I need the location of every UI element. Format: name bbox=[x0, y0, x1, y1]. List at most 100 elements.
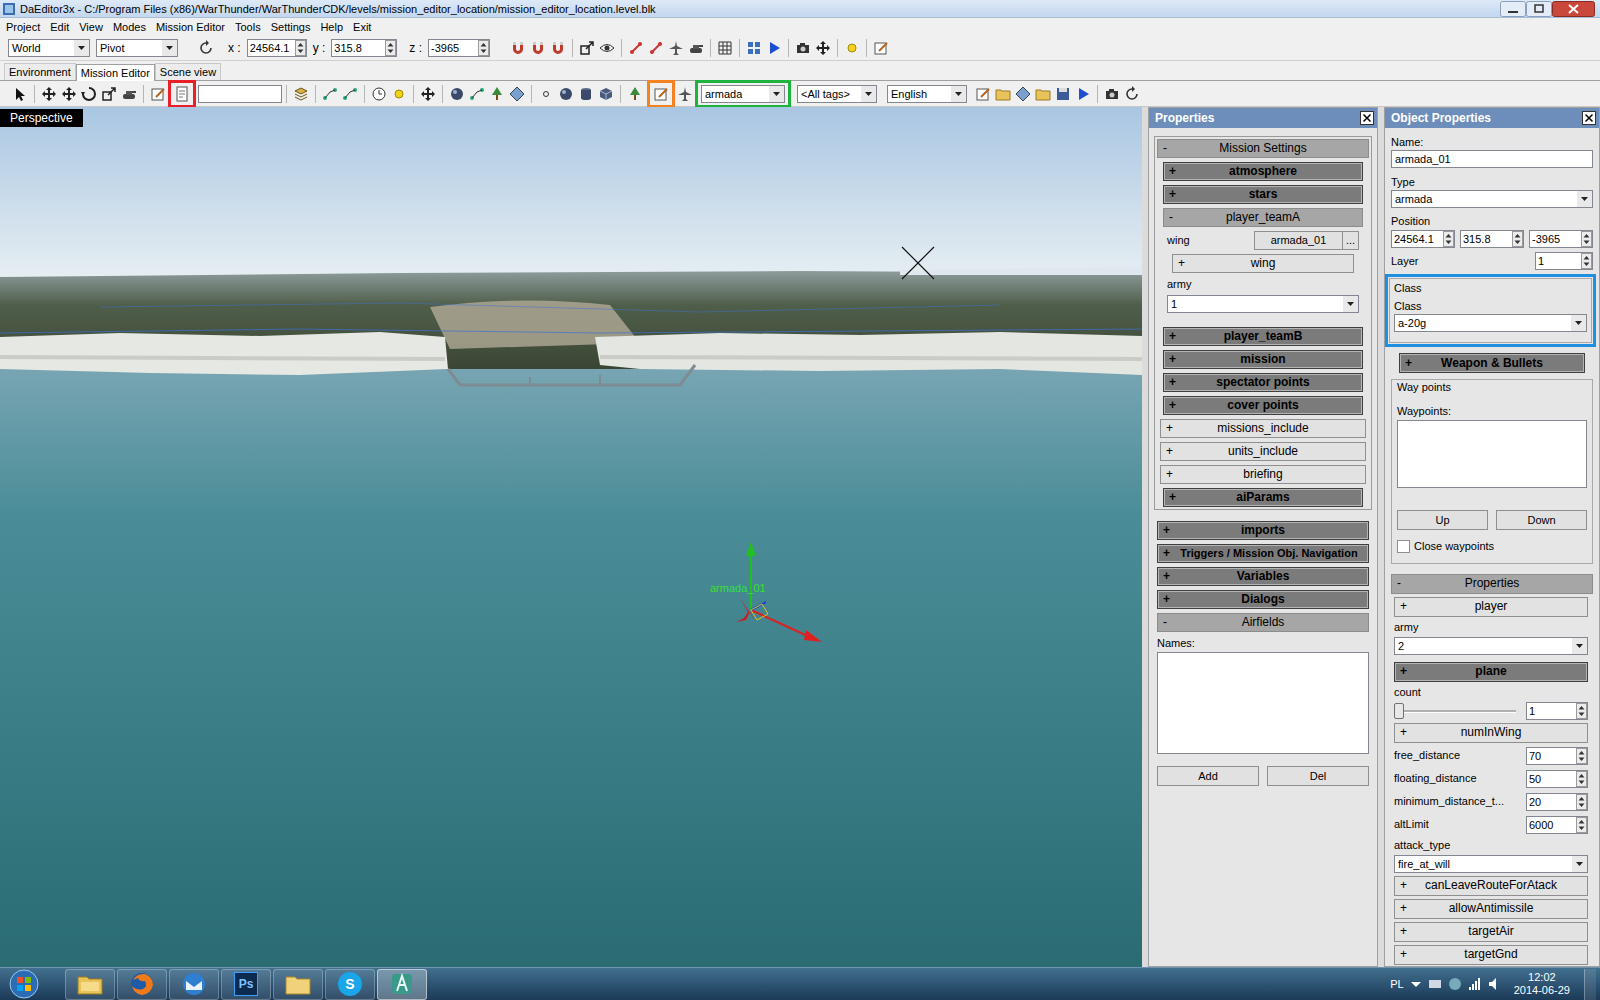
expand-toggle[interactable]: + bbox=[1164, 375, 1178, 390]
edit-icon[interactable] bbox=[973, 84, 993, 104]
input-language[interactable]: PL bbox=[1390, 976, 1403, 993]
wing-value-button[interactable]: armada_01 bbox=[1254, 231, 1343, 250]
transform-gizmo-icon[interactable] bbox=[720, 532, 840, 662]
tab[interactable]: Environment bbox=[4, 63, 76, 80]
number-input[interactable]: 50 bbox=[1526, 770, 1588, 788]
chevron-down-icon[interactable] bbox=[861, 86, 876, 102]
delete-button[interactable]: Del bbox=[1267, 766, 1369, 786]
clock[interactable]: 12:022014-06-29 bbox=[1514, 971, 1570, 997]
expand-toggle[interactable]: + bbox=[1164, 398, 1178, 413]
count-slider[interactable] bbox=[1394, 702, 1516, 720]
doc-icon[interactable] bbox=[172, 84, 192, 104]
chevron-down-icon[interactable] bbox=[1571, 315, 1586, 331]
grid-icon[interactable] bbox=[715, 38, 735, 58]
expand-toggle[interactable]: + bbox=[1158, 592, 1172, 607]
expand-toggle[interactable]: + bbox=[1158, 546, 1172, 561]
ball-icon[interactable] bbox=[447, 84, 467, 104]
move-icon[interactable] bbox=[39, 84, 59, 104]
expand-button[interactable]: +numInWing bbox=[1394, 723, 1588, 743]
tree-icon[interactable] bbox=[487, 84, 507, 104]
close-icon[interactable] bbox=[1360, 111, 1374, 125]
menu-item[interactable]: Mission Editor bbox=[151, 19, 230, 35]
chevron-down-icon[interactable] bbox=[1572, 856, 1587, 872]
spin-arrows-icon[interactable] bbox=[1576, 703, 1587, 719]
taskbar-app[interactable] bbox=[273, 969, 323, 1000]
section-header[interactable]: -Mission Settings bbox=[1157, 139, 1369, 158]
tree-icon[interactable] bbox=[625, 84, 645, 104]
expand-toggle[interactable]: - bbox=[1158, 141, 1172, 156]
expand-button[interactable]: +units_include bbox=[1160, 442, 1366, 461]
tray-app-icon[interactable] bbox=[1448, 977, 1462, 991]
browse-button[interactable]: ... bbox=[1343, 231, 1359, 250]
expand-toggle[interactable]: - bbox=[1158, 615, 1172, 630]
tray-expand-icon[interactable] bbox=[1410, 978, 1422, 990]
folder-icon[interactable] bbox=[1033, 84, 1053, 104]
close-icon[interactable] bbox=[1582, 111, 1596, 125]
dot-icon[interactable] bbox=[536, 84, 556, 104]
spin-arrows-icon[interactable] bbox=[1576, 794, 1587, 810]
position-input[interactable]: 24564.1 bbox=[1391, 230, 1455, 248]
edit-icon[interactable] bbox=[651, 84, 671, 104]
slider-thumb[interactable] bbox=[1394, 703, 1404, 719]
menu-item[interactable]: Exit bbox=[348, 19, 376, 35]
arrow-icon[interactable] bbox=[10, 84, 30, 104]
menu-item[interactable]: Modes bbox=[108, 19, 151, 35]
y-input[interactable]: 315.8 bbox=[331, 39, 397, 57]
spin-arrows-icon[interactable] bbox=[385, 40, 396, 56]
group-bar[interactable]: +Dialogs bbox=[1157, 590, 1369, 609]
spin-arrows-icon[interactable] bbox=[1581, 253, 1592, 269]
expand-toggle[interactable]: - bbox=[1164, 210, 1178, 225]
tab[interactable]: Mission Editor bbox=[76, 64, 155, 81]
number-input[interactable]: 20 bbox=[1526, 793, 1588, 811]
position-input[interactable]: -3965 bbox=[1529, 230, 1593, 248]
menu-item[interactable]: View bbox=[74, 19, 108, 35]
spin-arrows-icon[interactable] bbox=[1512, 231, 1523, 247]
group-bar[interactable]: +aiParams bbox=[1163, 488, 1363, 507]
chevron-down-icon[interactable] bbox=[951, 86, 966, 102]
tray-app-icon[interactable] bbox=[1428, 977, 1442, 991]
start-button-icon[interactable] bbox=[4, 968, 44, 1000]
chevron-down-icon[interactable] bbox=[74, 40, 89, 56]
spin-arrows-icon[interactable] bbox=[478, 40, 489, 56]
number-input[interactable]: 1 bbox=[1526, 702, 1588, 720]
spin-arrows-icon[interactable] bbox=[1576, 748, 1587, 764]
menu-item[interactable]: Settings bbox=[266, 19, 316, 35]
route-icon[interactable] bbox=[320, 84, 340, 104]
spin-arrows-icon[interactable] bbox=[1443, 231, 1454, 247]
expand-button[interactable]: +targetGnd bbox=[1394, 945, 1588, 965]
magnet-icon[interactable] bbox=[528, 38, 548, 58]
magnet-icon[interactable] bbox=[548, 38, 568, 58]
menu-item[interactable]: Tools bbox=[230, 19, 266, 35]
tank-icon[interactable] bbox=[119, 84, 139, 104]
plane-icon[interactable] bbox=[675, 84, 695, 104]
expand-toggle[interactable]: - bbox=[1392, 576, 1406, 591]
spin-arrows-icon[interactable] bbox=[1576, 817, 1587, 833]
expand-button[interactable]: +wing bbox=[1172, 254, 1354, 273]
search-input[interactable] bbox=[198, 85, 282, 103]
minimize-icon[interactable] bbox=[1500, 1, 1526, 17]
expand-toggle[interactable]: + bbox=[1164, 187, 1178, 202]
chevron-down-icon[interactable] bbox=[162, 40, 177, 56]
group-bar[interactable]: +Triggers / Mission Obj. Navigation bbox=[1157, 544, 1369, 563]
section-header[interactable]: -Airfields bbox=[1157, 613, 1369, 632]
group-bar[interactable]: +spectator points bbox=[1163, 373, 1363, 392]
refresh-icon[interactable] bbox=[1122, 84, 1142, 104]
expand-button[interactable]: +canLeaveRouteForAtack bbox=[1394, 876, 1588, 896]
expand-toggle[interactable]: + bbox=[1395, 901, 1409, 916]
expand-toggle[interactable]: + bbox=[1164, 352, 1178, 367]
scale-icon[interactable] bbox=[99, 84, 119, 104]
link-icon[interactable] bbox=[626, 38, 646, 58]
group-bar[interactable]: +imports bbox=[1157, 521, 1369, 540]
network-icon[interactable] bbox=[1468, 977, 1482, 991]
sun-icon[interactable] bbox=[842, 38, 862, 58]
menu-item[interactable]: Project bbox=[1, 19, 45, 35]
property-dropdown[interactable]: fire_at_will bbox=[1394, 855, 1588, 873]
number-input[interactable]: 70 bbox=[1526, 747, 1588, 765]
edit-icon[interactable] bbox=[871, 38, 891, 58]
link-icon[interactable] bbox=[646, 38, 666, 58]
chevron-down-icon[interactable] bbox=[769, 86, 784, 102]
position-input[interactable]: 315.8 bbox=[1460, 230, 1524, 248]
expand-button[interactable]: +missions_include bbox=[1160, 419, 1366, 438]
taskbar-app[interactable] bbox=[65, 969, 115, 1000]
eye-icon[interactable] bbox=[597, 38, 617, 58]
